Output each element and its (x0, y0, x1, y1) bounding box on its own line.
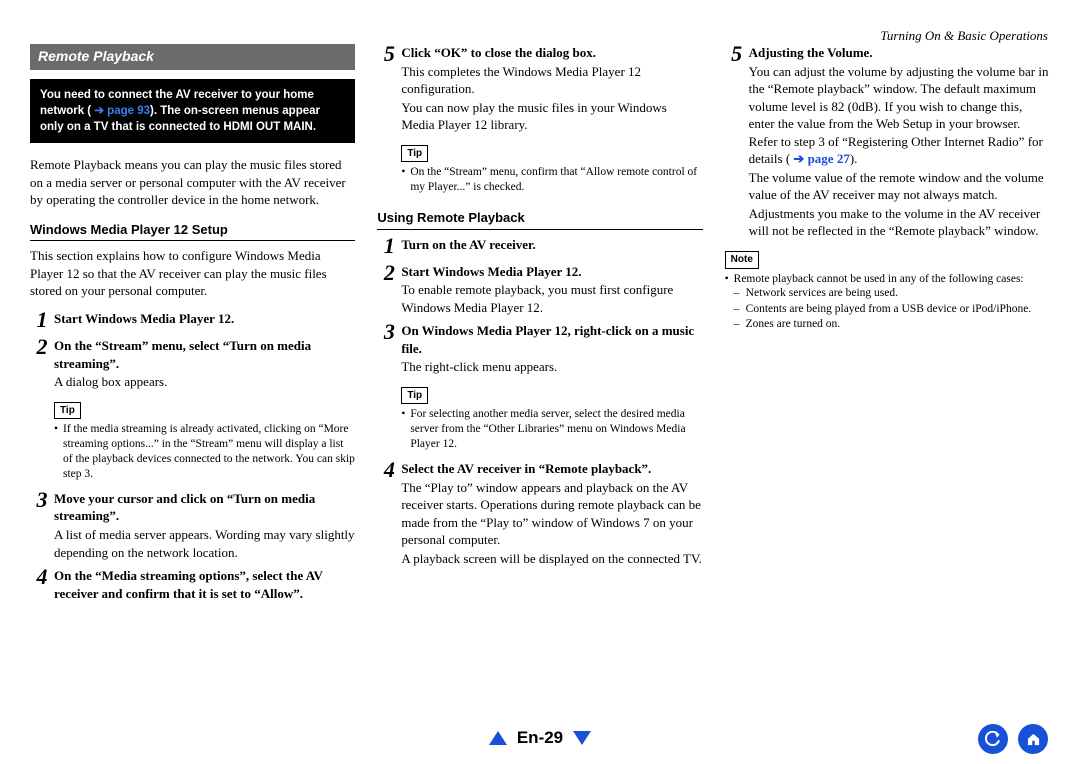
urp-step-1: 1 Turn on the AV receiver. (377, 236, 702, 257)
step-num-1: 1 (30, 309, 54, 331)
page-link-27-text: page 27 (808, 151, 850, 166)
tip-list-3: For selecting another media server, sele… (401, 407, 702, 452)
step-4-title: On the “Media streaming options”, select… (54, 567, 355, 602)
step-3-desc: A list of media server appears. Wording … (54, 526, 355, 561)
c3-step-5: 5 Adjusting the Volume. You can adjust t… (725, 44, 1050, 240)
c3-desc1b: ). (850, 151, 858, 166)
step-1: 1 Start Windows Media Player 12. (30, 310, 355, 331)
step-3-title: Move your cursor and click on “Turn on m… (54, 490, 355, 525)
step-num-4: 4 (30, 566, 54, 602)
manual-page: Turning On & Basic Operations Remote Pla… (0, 0, 1080, 764)
note-sublist: Network services are being used. Content… (734, 286, 1050, 333)
home-icon (1026, 732, 1041, 747)
nav-icons (978, 724, 1048, 754)
urp-step-1-title: Turn on the AV receiver. (401, 236, 702, 254)
back-arrow-icon (985, 731, 1001, 747)
tip-item: For selecting another media server, sele… (401, 407, 702, 452)
back-button[interactable] (978, 724, 1008, 754)
urp-step-num-3: 3 (377, 321, 401, 376)
page-number: En-29 (517, 728, 563, 748)
running-header: Turning On & Basic Operations (880, 28, 1048, 44)
step-2-title: On the “Stream” menu, select “Turn on me… (54, 337, 355, 372)
urp-step-2-desc: To enable remote playback, you must firs… (401, 281, 702, 316)
c3-step-5-desc3: Adjustments you make to the volume in th… (749, 205, 1050, 240)
urp-step-2-title: Start Windows Media Player 12. (401, 263, 702, 281)
urp-step-4-desc2: A playback screen will be displayed on t… (401, 550, 702, 568)
page-link-93[interactable]: ➔ page 93 (94, 105, 150, 117)
column-2: 5 Click “OK” to close the dialog box. Th… (377, 44, 702, 608)
page-down-icon[interactable] (573, 731, 591, 745)
c3-step-5-title: Adjusting the Volume. (749, 44, 1050, 62)
note-item: Remote playback cannot be used in any of… (725, 272, 1050, 333)
column-3: 5 Adjusting the Volume. You can adjust t… (725, 44, 1050, 608)
step-num-2: 2 (30, 336, 54, 391)
urp-step-2: 2 Start Windows Media Player 12. To enab… (377, 263, 702, 317)
page-footer: En-29 (0, 728, 1080, 750)
warning-text-bold: HDMI OUT MAIN (223, 121, 312, 133)
tip-label-3: Tip (401, 387, 428, 405)
column-1: Remote Playback You need to connect the … (30, 44, 355, 608)
note-lead: Remote playback cannot be used in any of… (734, 273, 1024, 285)
urp-step-3: 3 On Windows Media Player 12, right-clic… (377, 322, 702, 376)
urp-step-num-4: 4 (377, 459, 401, 567)
page-link-27[interactable]: ➔ page 27 (793, 151, 849, 166)
c3-step-5-desc2: The volume value of the remote window an… (749, 169, 1050, 204)
step-5-desc2: You can now play the music files in your… (401, 99, 702, 134)
urp-step-num-2: 2 (377, 262, 401, 317)
note-subitem: Contents are being played from a USB dev… (734, 302, 1050, 318)
step-2: 2 On the “Stream” menu, select “Turn on … (30, 337, 355, 391)
step-2-desc: A dialog box appears. (54, 373, 355, 391)
subheading-wmp12-desc: This section explains how to configure W… (30, 247, 355, 300)
step-1-title: Start Windows Media Player 12. (54, 310, 355, 328)
note-subitem: Network services are being used. (734, 286, 1050, 302)
urp-step-4-desc1: The “Play to” window appears and playbac… (401, 479, 702, 549)
section-title-bar: Remote Playback (30, 44, 355, 70)
step-4: 4 On the “Media streaming options”, sele… (30, 567, 355, 602)
urp-step-4-title: Select the AV receiver in “Remote playba… (401, 460, 702, 478)
urp-step-3-desc: The right-click menu appears. (401, 358, 702, 376)
tip-list-2: On the “Stream” menu, confirm that “Allo… (401, 165, 702, 195)
tip-label-2: Tip (401, 145, 428, 163)
step-5-title: Click “OK” to close the dialog box. (401, 44, 702, 62)
urp-step-4: 4 Select the AV receiver in “Remote play… (377, 460, 702, 567)
urp-step-3-title: On Windows Media Player 12, right-click … (401, 322, 702, 357)
step-3: 3 Move your cursor and click on “Turn on… (30, 490, 355, 561)
note-subitem: Zones are turned on. (734, 317, 1050, 333)
step-num-5: 5 (377, 43, 401, 134)
step-5-desc1: This completes the Windows Media Player … (401, 63, 702, 98)
subheading-wmp12: Windows Media Player 12 Setup (30, 221, 355, 242)
tip-item: On the “Stream” menu, confirm that “Allo… (401, 165, 702, 195)
page-link-93-text: page 93 (107, 105, 150, 117)
tip-item: If the media streaming is already activa… (54, 422, 355, 482)
tip-list-1: If the media streaming is already activa… (54, 422, 355, 482)
tip-label: Tip (54, 402, 81, 420)
note-label: Note (725, 251, 759, 269)
step-num-3: 3 (30, 489, 54, 561)
warning-box: You need to connect the AV receiver to y… (30, 79, 355, 143)
note-list: Remote playback cannot be used in any of… (725, 272, 1050, 333)
subheading-using-remote: Using Remote Playback (377, 209, 702, 230)
urp-step-num-1: 1 (377, 235, 401, 257)
home-button[interactable] (1018, 724, 1048, 754)
step-5: 5 Click “OK” to close the dialog box. Th… (377, 44, 702, 134)
c3-step-5-desc1: You can adjust the volume by adjusting t… (749, 63, 1050, 168)
page-up-icon[interactable] (489, 731, 507, 745)
content-columns: Remote Playback You need to connect the … (30, 44, 1050, 608)
c3-step-num-5: 5 (725, 43, 749, 240)
intro-paragraph: Remote Playback means you can play the m… (30, 156, 355, 209)
